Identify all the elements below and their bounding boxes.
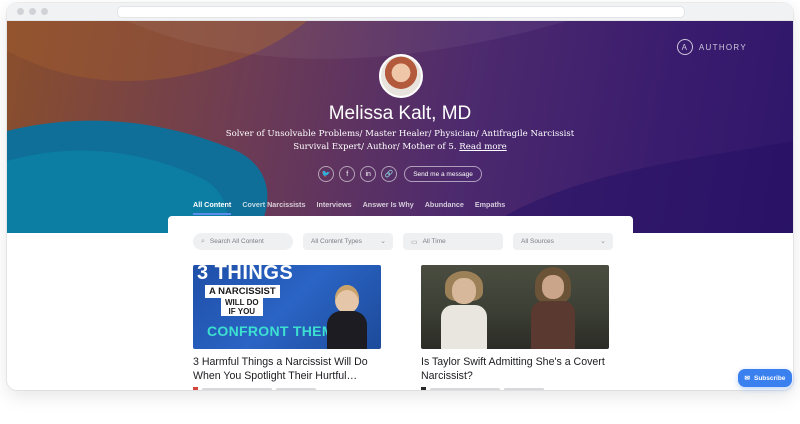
chevron-down-icon: ⌄	[380, 238, 386, 245]
card-title[interactable]: Is Taylor Swift Admitting She's a Covert…	[421, 355, 609, 383]
bio-line-2-text: Survival Expert/ Author/ Mother of 5.	[293, 142, 457, 152]
link-icon[interactable]: 🔗	[381, 166, 398, 182]
subscribe-label: Subscribe	[754, 374, 786, 382]
tab-interviews[interactable]: Interviews	[316, 200, 351, 215]
thumb-text: WILL DO IF YOU	[221, 298, 263, 316]
content-types-select[interactable]: All Content Types ⌄	[303, 233, 393, 250]
filter-bar: ⌕ Search All Content All Content Types ⌄…	[193, 233, 613, 250]
send-message-button[interactable]: Send me a message	[404, 166, 482, 182]
meta-placeholder	[430, 388, 500, 390]
brand-name: AUTHORY	[698, 42, 747, 52]
meta-placeholder	[202, 388, 272, 390]
bio-line-1: Solver of Unsolvable Problems/ Master He…	[225, 129, 575, 139]
card-thumbnail[interactable]: 3 THINGS A NARCISSIST WILL DO IF YOU CON…	[193, 265, 381, 349]
bio-line-2: Survival Expert/ Author/ Mother of 5. Re…	[7, 141, 793, 154]
thumb-text: A NARCISSIST	[205, 285, 280, 298]
avatar	[379, 54, 423, 98]
content-panel: ⌕ Search All Content All Content Types ⌄…	[168, 216, 633, 390]
profile-bio: Solver of Unsolvable Problems/ Master He…	[7, 128, 793, 154]
thumbnail-person	[439, 271, 489, 349]
thumb-text: CONFRONT THEM	[207, 323, 334, 339]
subscribe-button[interactable]: ✉ Subscribe	[738, 369, 792, 387]
authory-logo-icon: A	[676, 39, 693, 55]
meta-placeholder	[276, 388, 316, 390]
time-select[interactable]: ▭ All Time	[403, 233, 503, 250]
browser-window: A AUTHORY Melissa Kalt, MD Solver of Uns…	[7, 3, 793, 390]
window-minimize-dot[interactable]	[29, 8, 36, 15]
tab-covert-narcissists[interactable]: Covert Narcissists	[242, 200, 305, 215]
content-card[interactable]: 3 THINGS A NARCISSIST WILL DO IF YOU CON…	[193, 265, 381, 390]
card-meta	[193, 387, 381, 390]
search-input[interactable]: ⌕ Search All Content	[193, 233, 293, 250]
authory-brand[interactable]: A AUTHORY	[676, 39, 747, 55]
content-card[interactable]: Is Taylor Swift Admitting She's a Covert…	[421, 265, 609, 390]
sources-select[interactable]: All Sources ⌄	[513, 233, 613, 250]
mail-icon: ✉	[744, 375, 750, 382]
card-meta	[421, 387, 609, 390]
search-icon: ⌕	[201, 237, 205, 245]
profile-name: Melissa Kalt, MD	[328, 103, 472, 124]
thumbnail-person	[531, 267, 575, 349]
chevron-down-icon: ⌄	[600, 238, 606, 245]
profile-hero: A AUTHORY Melissa Kalt, MD Solver of Uns…	[7, 21, 793, 233]
linkedin-icon[interactable]: in	[360, 166, 377, 182]
tab-abundance[interactable]: Abundance	[425, 200, 464, 215]
thumbnail-person	[327, 285, 367, 349]
content-tabs: All Content Covert Narcissists Interview…	[193, 200, 516, 215]
source-icon	[193, 387, 198, 390]
address-bar[interactable]	[117, 6, 685, 18]
thumb-text: 3 THINGS	[197, 265, 294, 284]
tab-all-content[interactable]: All Content	[193, 200, 232, 215]
content-types-value: All Content Types	[311, 238, 362, 245]
window-close-dot[interactable]	[17, 8, 24, 15]
meta-placeholder	[504, 388, 544, 390]
read-more-link[interactable]: Read more	[459, 142, 506, 152]
calendar-icon: ▭	[411, 238, 418, 246]
sources-value: All Sources	[521, 238, 554, 245]
time-value: All Time	[422, 238, 446, 245]
browser-chrome	[7, 3, 793, 21]
source-icon	[421, 387, 426, 390]
tab-answer-is-why[interactable]: Answer Is Why	[363, 200, 414, 215]
search-placeholder: Search All Content	[209, 238, 264, 245]
card-thumbnail[interactable]	[421, 265, 609, 349]
facebook-icon[interactable]: f	[339, 166, 356, 182]
card-title[interactable]: 3 Harmful Things a Narcissist Will Do Wh…	[193, 355, 381, 383]
tab-empaths[interactable]: Empaths	[475, 200, 505, 215]
twitter-icon[interactable]: 🐦	[318, 166, 335, 182]
window-maximize-dot[interactable]	[41, 8, 48, 15]
social-links: 🐦 f in 🔗 Send me a message	[7, 166, 793, 182]
